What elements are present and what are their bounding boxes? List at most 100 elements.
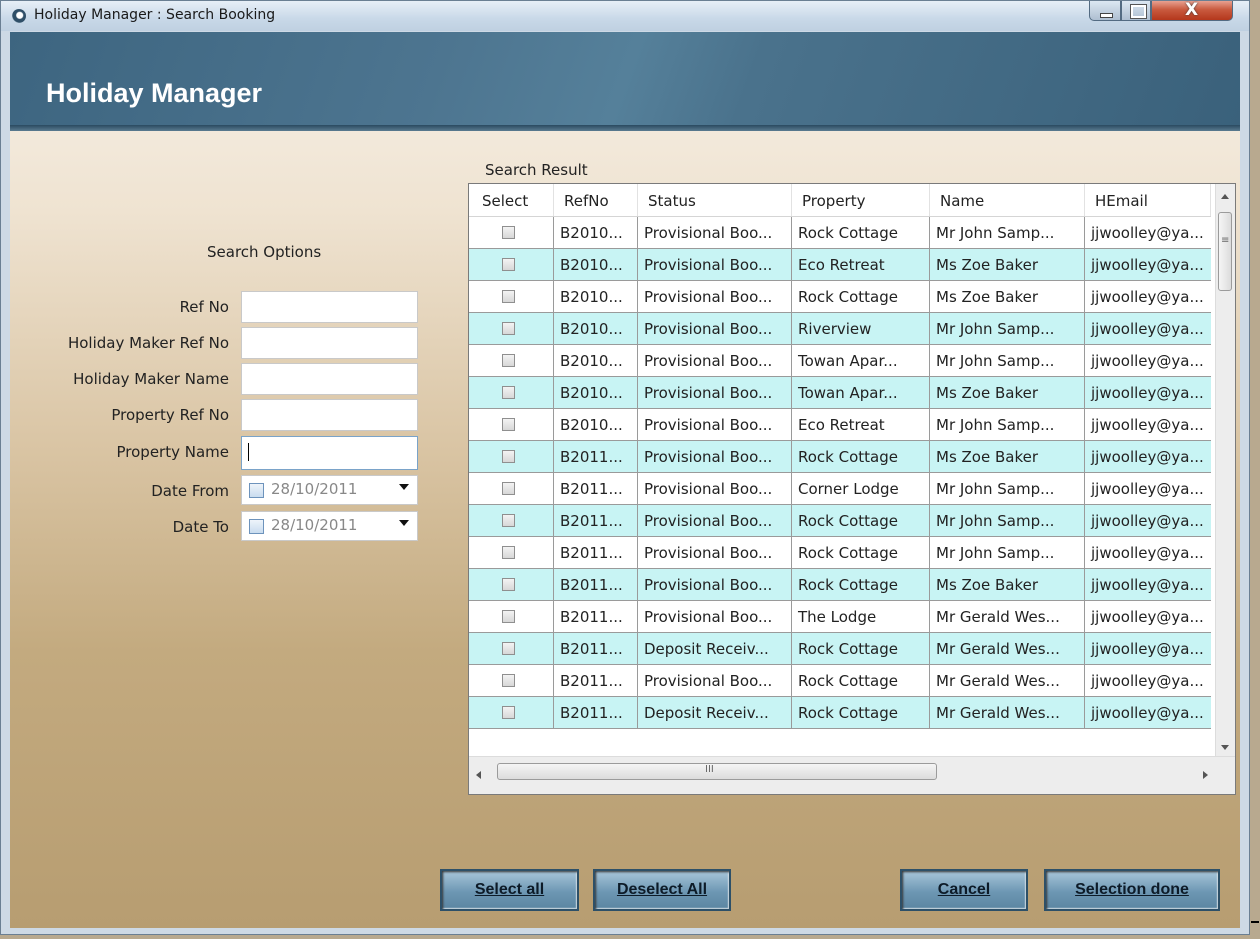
row-select-checkbox[interactable] (502, 674, 515, 687)
cell-refno: B2010... (554, 281, 638, 313)
table-row[interactable]: B2010... Provisional Boo... Rock Cottage Mr… (469, 217, 1211, 249)
close-button[interactable]: X (1151, 0, 1233, 21)
row-select-checkbox[interactable] (502, 226, 515, 239)
cell-hemail: jjwoolley@ya... (1085, 697, 1211, 729)
cell-property: Rock Cottage (792, 665, 930, 697)
cell-refno: B2011... (554, 665, 638, 697)
holiday-maker-name-input[interactable] (241, 363, 418, 395)
cell-refno: B2010... (554, 345, 638, 377)
row-select-checkbox[interactable] (502, 482, 515, 495)
select-cell (469, 633, 554, 665)
column-header-select[interactable]: Select (469, 184, 554, 216)
table-row[interactable]: B2011... Provisional Boo... The Lodge Mr Ge… (469, 601, 1211, 633)
window-title: Holiday Manager : Search Booking (34, 7, 276, 23)
cell-property: Rock Cottage (792, 505, 930, 537)
horizontal-scrollbar[interactable]: III (469, 756, 1235, 794)
row-select-checkbox[interactable] (502, 386, 515, 399)
horizontal-scroll-thumb[interactable]: III (497, 763, 937, 780)
holiday-maker-ref-no-input[interactable] (241, 327, 418, 359)
maximize-button[interactable] (1121, 1, 1151, 21)
cell-hemail: jjwoolley@ya... (1085, 537, 1211, 569)
column-header-property[interactable]: Property (792, 184, 930, 216)
column-header-refno[interactable]: RefNo (554, 184, 638, 216)
table-row[interactable]: B2010... Provisional Boo... Eco Retreat Mr … (469, 409, 1211, 441)
vertical-scrollbar[interactable]: ≡ (1215, 184, 1235, 758)
cell-refno: B2011... (554, 441, 638, 473)
select-cell (469, 601, 554, 633)
date-from-picker[interactable]: 28/10/2011 (241, 475, 418, 505)
maximize-icon (1130, 4, 1147, 19)
row-select-checkbox[interactable] (502, 642, 515, 655)
table-row[interactable]: B2011... Provisional Boo... Rock Cottage Ms… (469, 569, 1211, 601)
table-row[interactable]: B2011... Provisional Boo... Rock Cottage Mr… (469, 505, 1211, 537)
cell-name: Ms Zoe Baker (930, 249, 1085, 281)
cell-name: Mr Gerald Wes... (930, 601, 1085, 633)
row-select-checkbox[interactable] (502, 610, 515, 623)
column-header-name[interactable]: Name (930, 184, 1085, 216)
cell-status: Provisional Boo... (638, 569, 792, 601)
row-select-checkbox[interactable] (502, 706, 515, 719)
row-select-checkbox[interactable] (502, 450, 515, 463)
table-row[interactable]: B2010... Provisional Boo... Riverview Mr Jo… (469, 313, 1211, 345)
row-select-checkbox[interactable] (502, 418, 515, 431)
cell-hemail: jjwoolley@ya... (1085, 377, 1211, 409)
property-name-label: Property Name (116, 443, 230, 461)
minimize-button[interactable] (1089, 1, 1121, 21)
minimize-icon (1100, 13, 1113, 18)
cell-property: Corner Lodge (792, 473, 930, 505)
table-row[interactable]: B2011... Provisional Boo... Rock Cottage Mr… (469, 537, 1211, 569)
deselect-all-button[interactable]: Deselect All (593, 869, 731, 911)
column-header-hemail[interactable]: HEmail (1085, 184, 1211, 216)
cell-status: Deposit Receiv... (638, 697, 792, 729)
date-to-picker[interactable]: 28/10/2011 (241, 511, 418, 541)
table-row[interactable]: B2011... Deposit Receiv... Rock Cottage Mr … (469, 697, 1211, 729)
cell-status: Provisional Boo... (638, 409, 792, 441)
row-select-checkbox[interactable] (502, 578, 515, 591)
vertical-scroll-thumb[interactable]: ≡ (1218, 212, 1232, 291)
cell-refno: B2011... (554, 473, 638, 505)
row-select-checkbox[interactable] (502, 354, 515, 367)
scroll-up-icon[interactable] (1221, 194, 1229, 199)
cancel-button[interactable]: Cancel (900, 869, 1028, 911)
row-select-checkbox[interactable] (502, 290, 515, 303)
cell-hemail: jjwoolley@ya... (1085, 441, 1211, 473)
title-bar[interactable]: Holiday Manager : Search Booking X (1, 0, 1249, 31)
scroll-left-icon[interactable] (476, 771, 481, 779)
column-header-status[interactable]: Status (638, 184, 792, 216)
row-select-checkbox[interactable] (502, 322, 515, 335)
row-select-checkbox[interactable] (502, 546, 515, 559)
table-row[interactable]: B2010... Provisional Boo... Towan Apar... M… (469, 345, 1211, 377)
cell-refno: B2011... (554, 633, 638, 665)
table-row[interactable]: B2010... Provisional Boo... Rock Cottage Ms… (469, 281, 1211, 313)
date-to-checkbox[interactable] (249, 519, 264, 534)
ref-no-input[interactable] (241, 291, 418, 323)
table-row[interactable]: B2011... Provisional Boo... Rock Cottage Ms… (469, 441, 1211, 473)
cell-name: Mr John Samp... (930, 537, 1085, 569)
table-row[interactable]: B2010... Provisional Boo... Eco Retreat Ms … (469, 249, 1211, 281)
row-select-checkbox[interactable] (502, 258, 515, 271)
cell-refno: B2010... (554, 377, 638, 409)
scroll-down-icon[interactable] (1221, 745, 1229, 750)
chevron-down-icon[interactable] (399, 484, 409, 490)
select-all-button[interactable]: Select all (440, 869, 579, 911)
table-row[interactable]: B2011... Provisional Boo... Corner Lodge Mr… (469, 473, 1211, 505)
property-ref-no-input[interactable] (241, 399, 418, 431)
select-cell (469, 665, 554, 697)
chevron-down-icon[interactable] (399, 520, 409, 526)
select-cell (469, 249, 554, 281)
date-from-checkbox[interactable] (249, 483, 264, 498)
table-row[interactable]: B2011... Deposit Receiv... Rock Cottage Mr … (469, 633, 1211, 665)
search-result-grid[interactable]: Select RefNo Status Property Name HEmail… (468, 183, 1236, 795)
selection-done-button[interactable]: Selection done (1044, 869, 1220, 911)
property-name-input[interactable] (241, 436, 418, 470)
table-row[interactable]: B2010... Provisional Boo... Towan Apar... M… (469, 377, 1211, 409)
header-title: Holiday Manager (46, 78, 263, 108)
cell-hemail: jjwoolley@ya... (1085, 345, 1211, 377)
row-select-checkbox[interactable] (502, 514, 515, 527)
holiday-maker-ref-no-label: Holiday Maker Ref No (67, 334, 229, 352)
select-cell (469, 441, 554, 473)
cell-status: Provisional Boo... (638, 281, 792, 313)
table-row[interactable]: B2011... Provisional Boo... Rock Cottage Mr… (469, 665, 1211, 697)
scroll-right-icon[interactable] (1203, 771, 1208, 779)
cell-refno: B2011... (554, 505, 638, 537)
